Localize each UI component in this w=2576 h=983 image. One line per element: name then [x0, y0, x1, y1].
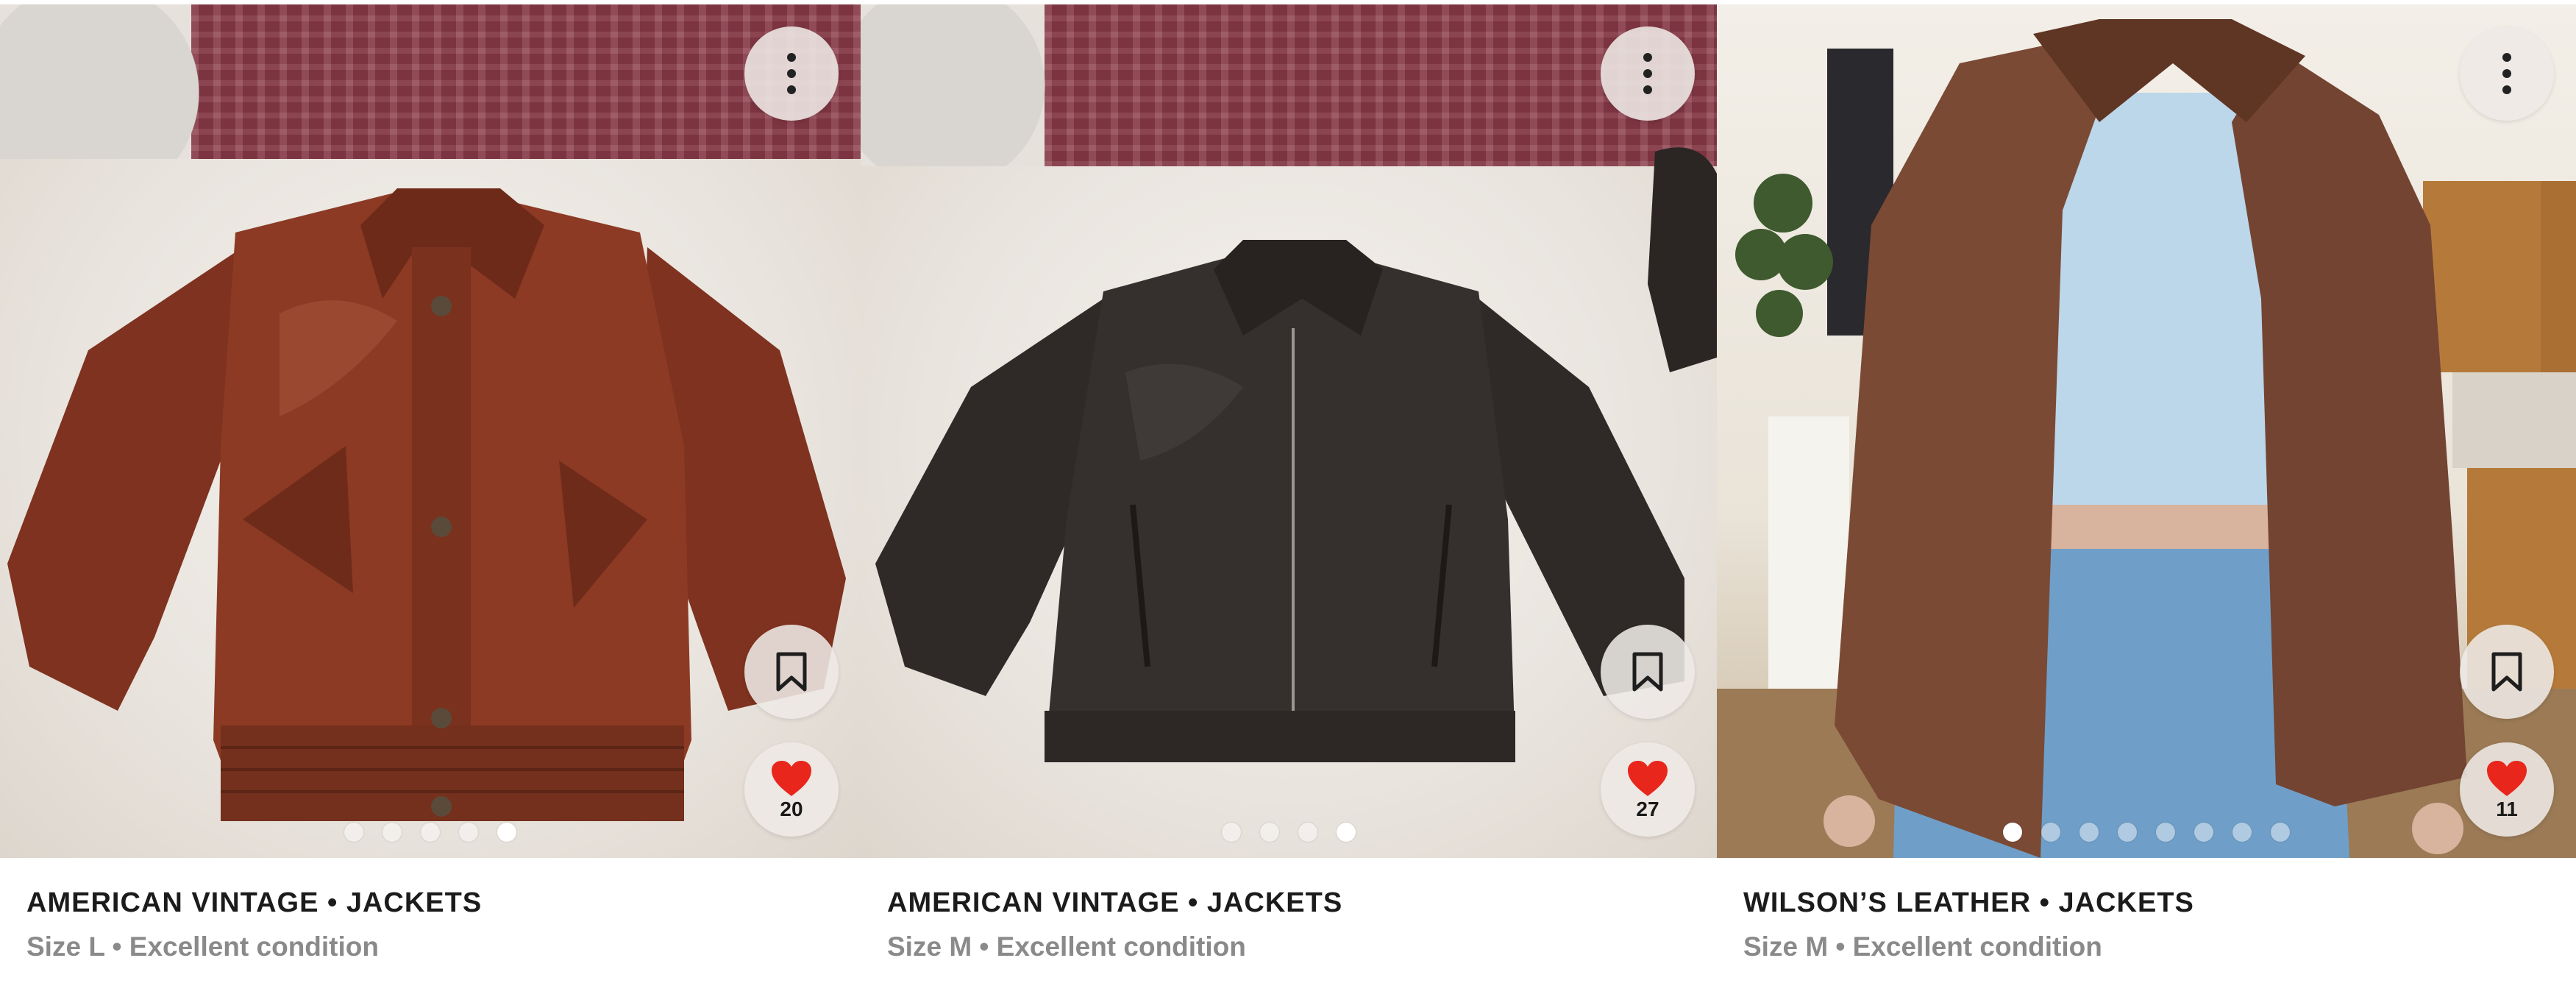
listing-details: Size M • Excellent condition — [887, 931, 1246, 962]
kebab-menu-icon — [1643, 53, 1652, 94]
save-bookmark-button[interactable] — [744, 625, 839, 719]
pager-dot[interactable] — [2194, 823, 2213, 842]
pager-dot[interactable] — [1260, 823, 1279, 842]
listing-caption: AMERICAN VINTAGE • JACKETS Size L • Exce… — [26, 887, 846, 963]
jacket-image — [7, 188, 846, 821]
listing-caption: WILSON’S LEATHER • JACKETS Size M • Exce… — [1743, 887, 2561, 963]
like-count: 11 — [2496, 798, 2518, 820]
bookmark-icon — [2491, 652, 2522, 692]
more-options-button[interactable] — [2460, 26, 2554, 121]
jacket-image — [875, 147, 1717, 762]
like-count: 20 — [780, 798, 803, 820]
pager-dot[interactable] — [2041, 823, 2060, 842]
heart-icon — [2487, 761, 2527, 796]
listing-title[interactable]: AMERICAN VINTAGE • JACKETS — [887, 887, 1702, 920]
listing-caption: AMERICAN VINTAGE • JACKETS Size M • Exce… — [887, 887, 1702, 963]
pager-dot-active[interactable] — [1337, 823, 1356, 842]
image-pager — [861, 823, 1717, 842]
listing-details: Size M • Excellent condition — [1743, 931, 2102, 962]
pager-dot[interactable] — [383, 823, 402, 842]
pager-dot[interactable] — [2232, 823, 2252, 842]
save-bookmark-button[interactable] — [2460, 625, 2554, 719]
like-count: 27 — [1636, 798, 1659, 820]
listing-card-3[interactable]: 11 WILSON’S LEATHER • JACKETS Size M • E… — [1717, 0, 2576, 983]
pager-dot[interactable] — [2118, 823, 2137, 842]
listing-photo[interactable]: 11 — [1717, 4, 2576, 858]
pager-dot[interactable] — [1298, 823, 1317, 842]
kebab-menu-icon — [2502, 53, 2511, 94]
bookmark-icon — [776, 652, 807, 692]
heart-icon — [772, 761, 811, 796]
more-options-button[interactable] — [744, 26, 839, 121]
pager-dot[interactable] — [344, 823, 363, 842]
bookmark-icon — [1632, 652, 1663, 692]
listing-title[interactable]: AMERICAN VINTAGE • JACKETS — [26, 887, 846, 920]
listing-photo[interactable]: 27 — [861, 4, 1717, 858]
jacket-image — [1717, 19, 2576, 858]
image-pager — [0, 823, 861, 842]
save-bookmark-button[interactable] — [1601, 625, 1695, 719]
pager-dot[interactable] — [2156, 823, 2175, 842]
more-options-button[interactable] — [1601, 26, 1695, 121]
pager-dot-active[interactable] — [2003, 823, 2022, 842]
pager-dot[interactable] — [1222, 823, 1241, 842]
pager-dot[interactable] — [2079, 823, 2099, 842]
heart-icon — [1628, 761, 1668, 796]
listing-card-1[interactable]: 20 AMERICAN VINTAGE • JACKETS Size L • E… — [0, 0, 861, 983]
image-pager — [1717, 823, 2576, 842]
listing-photo[interactable]: 20 — [0, 4, 861, 858]
pager-dot-active[interactable] — [497, 823, 516, 842]
listing-card-2[interactable]: 27 AMERICAN VINTAGE • JACKETS Size M • E… — [861, 0, 1717, 983]
pager-dot[interactable] — [421, 823, 440, 842]
listing-details: Size L • Excellent condition — [26, 931, 379, 962]
pager-dot[interactable] — [459, 823, 478, 842]
kebab-menu-icon — [787, 53, 796, 94]
pager-dot[interactable] — [2271, 823, 2290, 842]
listing-title[interactable]: WILSON’S LEATHER • JACKETS — [1743, 887, 2561, 920]
